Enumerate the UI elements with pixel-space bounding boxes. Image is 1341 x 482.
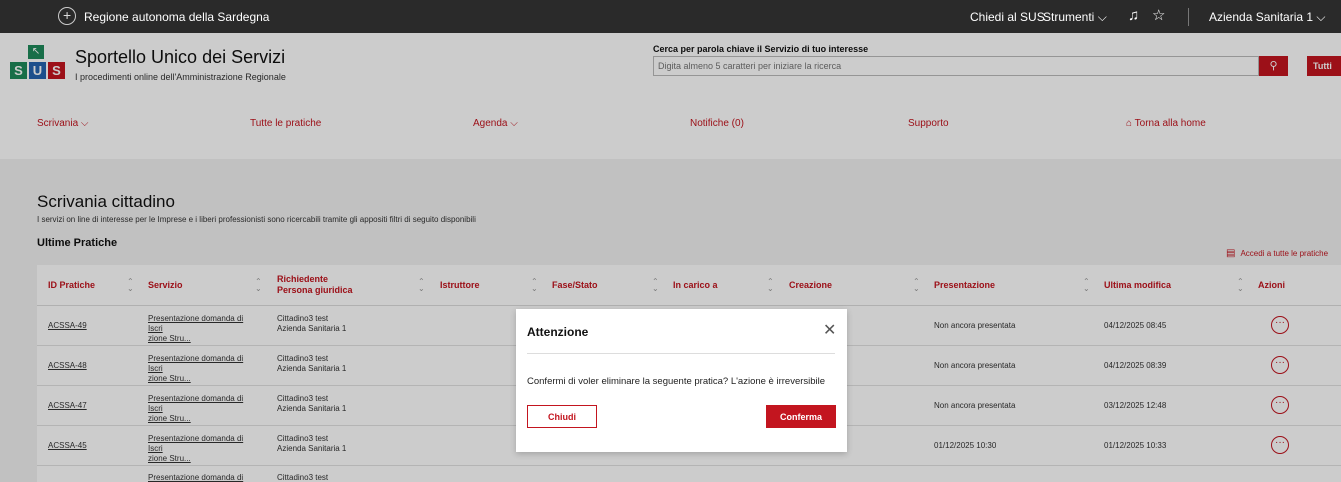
region-link[interactable]: Regione autonoma della Sardegna (58, 7, 270, 26)
region-logo-icon (58, 7, 76, 25)
conferma-button[interactable]: Conferma (766, 405, 836, 428)
chevron-down-icon: ⌵ (1316, 10, 1326, 24)
confirm-delete-dialog: Attenzione ✕ Confermi di voler eliminare… (516, 309, 847, 452)
divider (1188, 8, 1189, 26)
chevron-down-icon: ⌵ (1097, 10, 1107, 24)
dialog-message: Confermi di voler eliminare la seguente … (527, 376, 826, 387)
chiudi-button[interactable]: Chiudi (527, 405, 597, 428)
chiedi-al-sus-link[interactable]: Chiedi al SUS (970, 10, 1045, 24)
dialog-divider (527, 353, 835, 354)
region-name: Regione autonoma della Sardegna (84, 10, 270, 24)
bell-icon[interactable]: ♫ (1128, 7, 1139, 24)
account-label: Azienda Sanitaria 1 (1209, 10, 1314, 24)
star-icon[interactable]: ☆ (1152, 6, 1165, 24)
dialog-title: Attenzione (527, 325, 589, 339)
account-menu[interactable]: Azienda Sanitaria 1 ⌵ (1209, 10, 1326, 25)
close-icon[interactable]: ✕ (823, 320, 836, 340)
top-bar: Regione autonoma della Sardegna Chiedi a… (0, 0, 1341, 33)
strumenti-label: Strumenti (1043, 10, 1095, 24)
strumenti-menu[interactable]: Strumenti ⌵ (1043, 10, 1107, 25)
